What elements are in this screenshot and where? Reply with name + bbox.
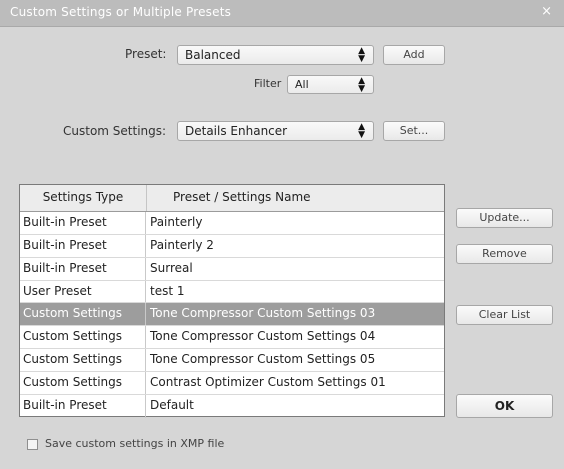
settings-table: Settings Type Preset / Settings Name Bui… [19, 184, 445, 418]
row-settings-name: Default [150, 397, 194, 412]
table-row[interactable]: Built-in Preset Painterly [20, 212, 444, 235]
preset-select[interactable]: Balanced ▲ ▼ [177, 45, 374, 65]
row-settings-name: Tone Compressor Custom Settings 03 [150, 306, 376, 321]
ok-button[interactable]: OK [456, 394, 553, 418]
add-button[interactable]: Add [383, 45, 445, 65]
table-header: Settings Type Preset / Settings Name [20, 185, 444, 212]
filter-select[interactable]: All ▲ ▼ [287, 75, 374, 94]
row-settings-type: Built-in Preset [20, 394, 146, 418]
row-settings-name: Painterly [150, 215, 203, 229]
save-xmp-label[interactable]: Save custom settings in XMP file [45, 437, 224, 450]
row-settings-name: Surreal [150, 260, 193, 275]
save-xmp-checkbox[interactable] [27, 439, 38, 450]
select-arrows-icon: ▲ ▼ [358, 122, 365, 140]
row-settings-type: Custom Settings [20, 371, 146, 394]
set-button[interactable]: Set... [383, 121, 445, 141]
column-header-preset-name[interactable]: Preset / Settings Name [147, 185, 444, 211]
update-button[interactable]: Update... [456, 208, 553, 228]
table-row[interactable]: User Preset test 1 [20, 280, 444, 304]
dialog-title: Custom Settings or Multiple Presets [10, 5, 232, 19]
title-bar[interactable]: Custom Settings or Multiple Presets × [0, 0, 564, 27]
table-row[interactable]: Custom Settings Tone Compressor Custom Se… [20, 349, 444, 372]
table-row[interactable]: Custom Settings Contrast Optimizer Custom… [20, 371, 444, 395]
dialog-window: Custom Settings or Multiple Presets × Pr… [0, 0, 564, 469]
custom-settings-select-value: Details Enhancer [185, 124, 288, 138]
remove-button[interactable]: Remove [456, 244, 553, 264]
select-arrows-icon: ▲ ▼ [358, 76, 365, 94]
row-settings-name: Painterly 2 [150, 237, 214, 252]
row-settings-type: Built-in Preset [20, 212, 146, 234]
row-settings-type: Built-in Preset [20, 234, 146, 257]
column-header-settings-type[interactable]: Settings Type [20, 185, 147, 211]
row-settings-type: Custom Settings [20, 349, 146, 371]
row-settings-type: Built-in Preset [20, 257, 146, 280]
row-settings-name: test 1 [150, 283, 185, 298]
custom-settings-label: Custom Settings: [63, 124, 167, 138]
custom-settings-select[interactable]: Details Enhancer ▲ ▼ [177, 121, 374, 141]
row-settings-type: Custom Settings [20, 326, 146, 349]
select-arrows-icon: ▲ ▼ [358, 46, 365, 64]
close-icon[interactable]: × [541, 4, 552, 19]
row-settings-name: Tone Compressor Custom Settings 05 [150, 352, 376, 367]
row-settings-name: Contrast Optimizer Custom Settings 01 [150, 374, 386, 389]
table-row[interactable]: Built-in Preset Painterly 2 [20, 234, 444, 258]
filter-label: Filter [254, 77, 282, 90]
row-settings-type: Custom Settings [20, 303, 146, 326]
row-settings-type: User Preset [20, 280, 146, 303]
preset-label: Preset: [125, 47, 167, 61]
table-body: Built-in Preset Painterly Built-in Preset… [20, 212, 444, 418]
row-settings-name: Tone Compressor Custom Settings 04 [150, 329, 376, 344]
filter-select-value: All [295, 78, 309, 91]
table-row[interactable]: Custom Settings Tone Compressor Custom Se… [20, 326, 444, 350]
table-row[interactable]: Built-in Preset Surreal [20, 257, 444, 281]
table-row-selected[interactable]: Custom Settings Tone Compressor Custom Se… [20, 303, 444, 327]
table-row[interactable]: Built-in Preset Default [20, 394, 444, 418]
clear-list-button[interactable]: Clear List [456, 305, 553, 325]
preset-select-value: Balanced [185, 48, 241, 62]
